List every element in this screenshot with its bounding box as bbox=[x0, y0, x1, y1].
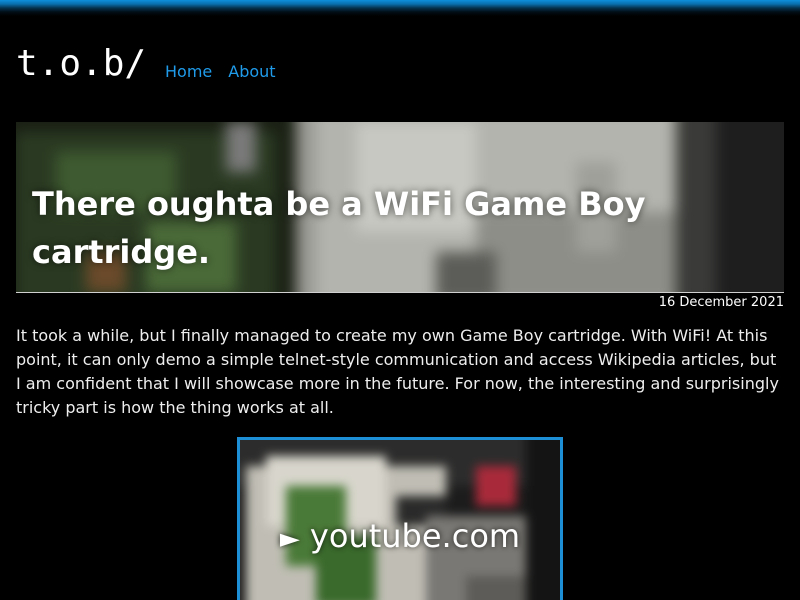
title-divider bbox=[16, 292, 784, 293]
site-header: t.o.b/ Home About bbox=[16, 40, 784, 90]
post-intro-paragraph: It took a while, but I finally managed t… bbox=[16, 326, 779, 417]
video-link-text: youtube.com bbox=[309, 517, 521, 555]
nav-item-home[interactable]: Home bbox=[165, 62, 212, 81]
site-logo[interactable]: t.o.b/ bbox=[16, 44, 146, 84]
post-title: There oughta be a WiFi Game Boy cartridg… bbox=[32, 185, 646, 271]
play-icon: ► bbox=[279, 524, 300, 554]
top-accent-bar bbox=[0, 0, 800, 16]
hero-banner: There oughta be a WiFi Game Boy cartridg… bbox=[16, 122, 784, 292]
main-nav: Home About bbox=[165, 62, 292, 82]
nav-item-about[interactable]: About bbox=[228, 62, 275, 81]
video-embed[interactable]: ► youtube.com bbox=[237, 437, 563, 600]
video-label[interactable]: ► youtube.com bbox=[240, 514, 560, 561]
post-date: 16 December 2021 bbox=[658, 295, 784, 310]
